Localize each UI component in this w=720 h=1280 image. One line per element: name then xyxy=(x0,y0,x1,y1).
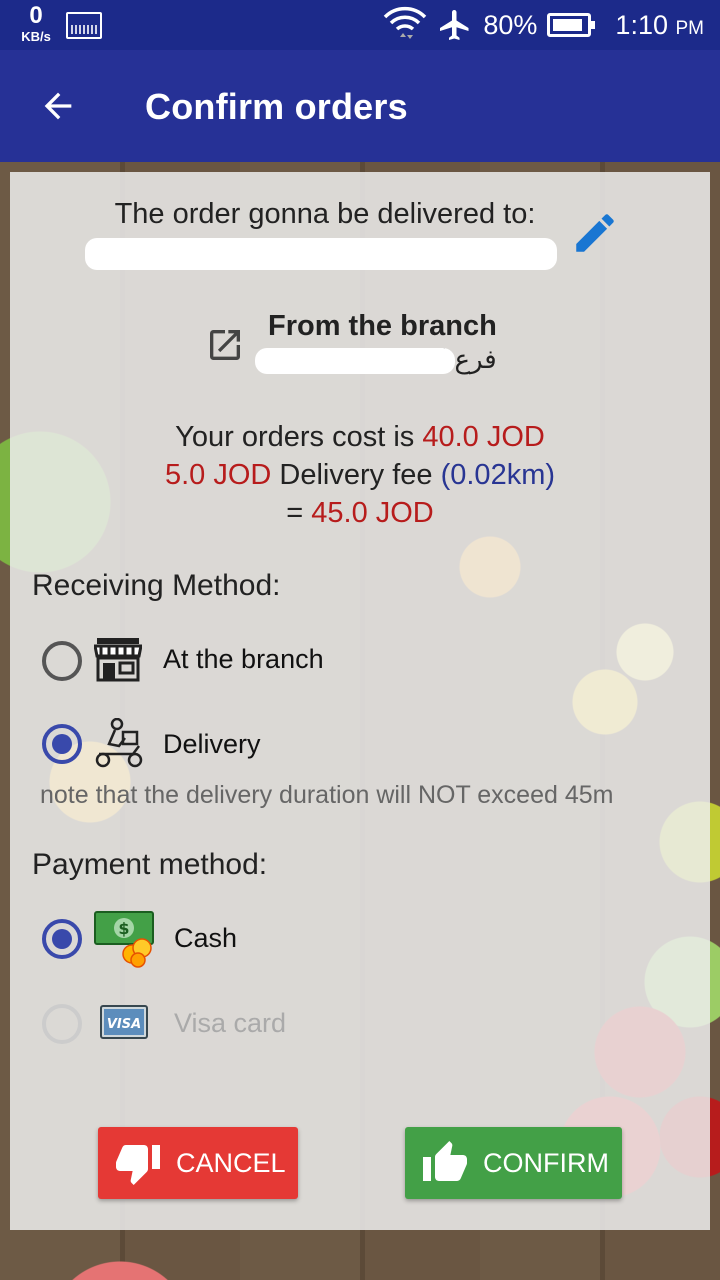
battery-percent: 80% xyxy=(483,9,538,40)
address-redacted xyxy=(85,238,557,270)
store-icon xyxy=(93,636,143,687)
total-line: = 45.0 JOD xyxy=(0,497,720,530)
receiving-method-label: Receiving Method: xyxy=(32,569,281,602)
status-bar: 0 KB/s 80% 1:10 PM xyxy=(0,0,720,50)
network-speed-unit: KB/s xyxy=(21,29,51,44)
confirm-button[interactable]: CONFIRM xyxy=(405,1127,622,1199)
cancel-button-label: CANCEL xyxy=(176,1147,286,1178)
airplane-mode-icon xyxy=(440,10,469,40)
orders-cost-value: 40.0 JOD xyxy=(422,421,545,453)
radio-at-branch[interactable] xyxy=(42,641,82,681)
confirm-button-label: CONFIRM xyxy=(483,1147,609,1178)
orders-cost-line: Your orders cost is 40.0 JOD xyxy=(0,421,720,454)
total-equals: = xyxy=(286,497,312,529)
option-visa-label[interactable]: Visa card xyxy=(174,1008,286,1039)
delivery-fee-line: 5.0 JOD Delivery fee (0.02km) xyxy=(0,459,720,492)
option-cash-label[interactable]: Cash xyxy=(174,923,237,954)
image-notification-icon xyxy=(66,12,102,39)
branch-title: From the branch xyxy=(268,310,497,342)
page-title: Confirm orders xyxy=(145,86,408,127)
delivery-fee-value: 5.0 JOD xyxy=(164,459,272,491)
cash-icon: $ xyxy=(94,910,156,973)
open-in-new-icon[interactable] xyxy=(205,325,245,365)
arrow-back-icon xyxy=(44,92,72,120)
clock: 1:10 PM xyxy=(615,10,704,41)
svg-text:$: $ xyxy=(118,919,129,938)
open-in-new-svg xyxy=(210,330,240,360)
radio-visa[interactable] xyxy=(42,1004,82,1044)
delivery-address-label: The order gonna be delivered to: xyxy=(114,198,536,230)
back-button[interactable] xyxy=(30,78,86,134)
wifi-icon xyxy=(384,6,427,39)
delivery-scooter-icon xyxy=(93,717,145,773)
total-value: 45.0 JOD xyxy=(311,497,434,529)
network-speed-value: 0 xyxy=(29,2,43,29)
cancel-button[interactable]: CANCEL xyxy=(98,1127,298,1199)
clock-time: 1:10 xyxy=(615,9,668,40)
svg-text:VISA: VISA xyxy=(107,1017,141,1032)
thumb-down-icon xyxy=(116,1145,160,1185)
clock-ampm: PM xyxy=(675,17,705,39)
radio-delivery[interactable] xyxy=(42,724,82,764)
option-at-branch-label[interactable]: At the branch xyxy=(163,644,324,675)
visa-card-icon: VISA xyxy=(100,1005,148,1044)
network-speed: 0 KB/s xyxy=(14,2,58,44)
radio-cash[interactable] xyxy=(42,919,82,959)
payment-method-label: Payment method: xyxy=(32,848,268,881)
branch-name-redacted xyxy=(255,348,455,374)
app-bar: Confirm orders xyxy=(0,50,720,162)
edit-address-button[interactable] xyxy=(570,208,620,258)
delivery-distance: (0.02km) xyxy=(440,459,556,491)
thumb-up-icon xyxy=(423,1141,467,1181)
battery-icon xyxy=(547,13,596,37)
delivery-duration-note: note that the delivery duration will NOT… xyxy=(40,781,614,809)
option-delivery-label[interactable]: Delivery xyxy=(163,729,261,760)
delivery-fee-label: Delivery fee xyxy=(271,459,441,491)
orders-cost-prefix: Your orders cost is xyxy=(175,421,423,453)
pencil-icon xyxy=(576,214,614,252)
status-right: 80% 1:10 PM xyxy=(383,0,704,50)
